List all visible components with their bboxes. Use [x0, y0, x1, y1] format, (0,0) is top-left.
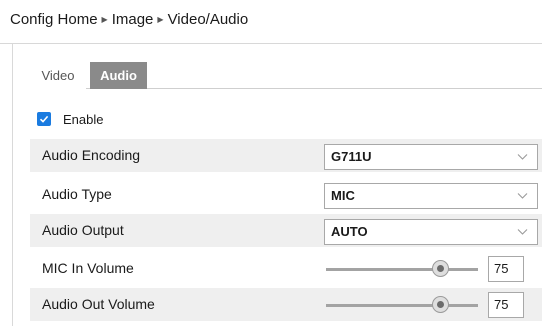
breadcrumb-config-home[interactable]: Config Home: [10, 11, 98, 28]
mic-in-volume-label: MIC In Volume: [42, 260, 134, 276]
audio-out-volume-input[interactable]: 75: [488, 292, 524, 318]
mic-in-volume-input[interactable]: 75: [488, 256, 524, 282]
breadcrumb-video-audio: Video/Audio: [167, 11, 249, 28]
audio-encoding-value: G711U: [331, 149, 372, 164]
breadcrumb: Config Home ▶ Image ▶ Video/Audio: [10, 10, 248, 30]
mic-in-volume-slider[interactable]: [326, 268, 478, 271]
audio-out-volume-slider[interactable]: [326, 304, 478, 307]
audio-encoding-select[interactable]: G711U: [324, 144, 538, 170]
audio-type-value: MIC: [331, 188, 355, 203]
content-left-border: [12, 44, 13, 326]
audio-out-volume-slider-thumb[interactable]: [432, 296, 449, 313]
tab-audio[interactable]: Audio: [90, 62, 147, 89]
audio-output-value: AUTO: [331, 224, 368, 239]
audio-output-label: Audio Output: [42, 222, 124, 238]
audio-encoding-row: Audio Encoding G711U: [30, 139, 542, 172]
breadcrumb-image[interactable]: Image: [112, 11, 154, 28]
audio-type-select[interactable]: MIC: [324, 183, 538, 209]
tab-video[interactable]: Video: [30, 62, 86, 89]
mic-in-volume-slider-thumb[interactable]: [432, 260, 449, 277]
audio-out-volume-label: Audio Out Volume: [42, 296, 155, 312]
audio-output-row: Audio Output AUTO: [30, 214, 542, 247]
breadcrumb-separator-icon: ▶: [157, 15, 164, 24]
mic-in-volume-row: MIC In Volume 75: [30, 252, 542, 285]
audio-encoding-label: Audio Encoding: [42, 147, 141, 163]
chevron-down-icon: [517, 193, 528, 199]
chevron-down-icon: [517, 229, 528, 235]
audio-type-label: Audio Type: [42, 186, 112, 202]
tab-bar: Video Audio: [30, 62, 542, 89]
audio-output-select[interactable]: AUTO: [324, 219, 538, 245]
check-icon: [39, 115, 49, 123]
breadcrumb-separator-icon: ▶: [101, 15, 108, 24]
enable-label: Enable: [63, 111, 104, 127]
audio-type-row: Audio Type MIC: [30, 178, 542, 211]
chevron-down-icon: [517, 154, 528, 160]
enable-row: Enable: [37, 110, 103, 128]
enable-checkbox[interactable]: [37, 112, 51, 126]
breadcrumb-bar: Config Home ▶ Image ▶ Video/Audio: [0, 0, 542, 44]
audio-out-volume-row: Audio Out Volume 75: [30, 288, 542, 321]
